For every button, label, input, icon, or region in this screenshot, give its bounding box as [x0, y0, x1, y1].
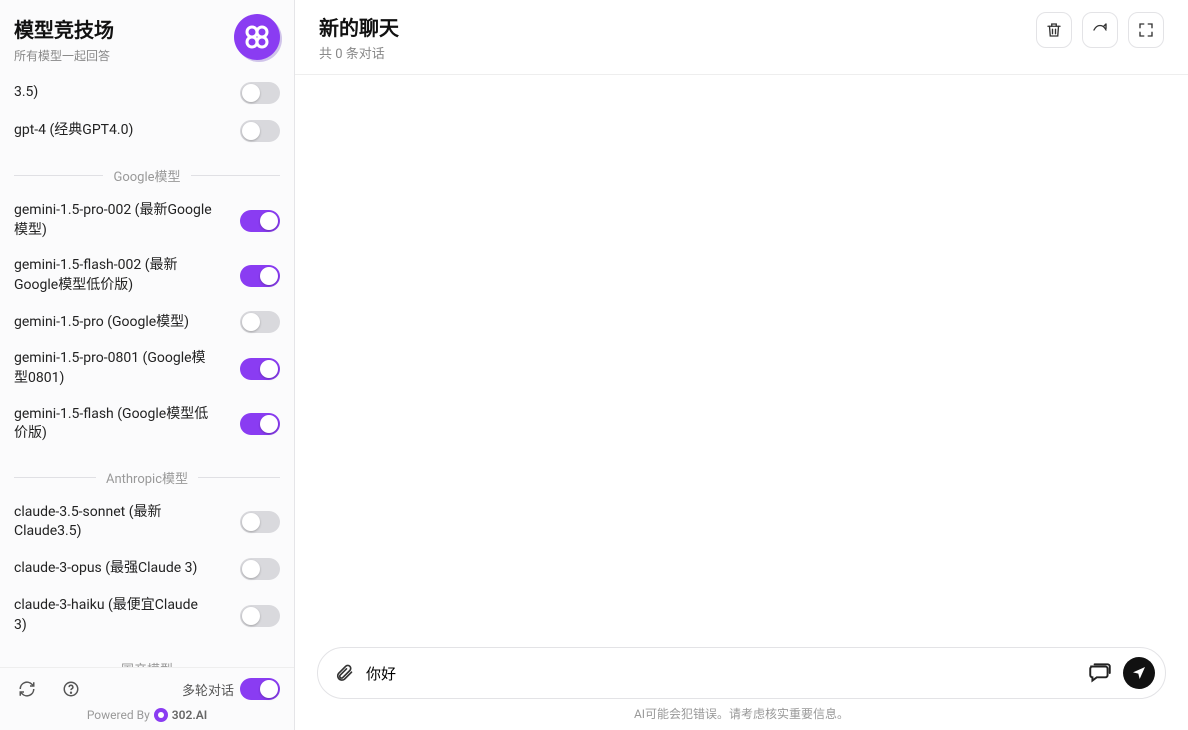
model-row: gemini-1.5-pro-002 (最新Google模型) [14, 193, 280, 248]
chat-messages [295, 75, 1188, 633]
model-toggle[interactable] [240, 605, 280, 627]
model-row: claude-3-opus (最强Claude 3) [14, 550, 280, 588]
multiturn-label: 多轮对话 [182, 680, 234, 699]
share-button[interactable] [1082, 12, 1118, 48]
header-actions [1036, 12, 1164, 48]
model-toggle[interactable] [240, 511, 280, 533]
delete-button[interactable] [1036, 12, 1072, 48]
powered-logo-icon [154, 708, 168, 722]
model-toggle[interactable] [240, 210, 280, 232]
model-toggle[interactable] [240, 358, 280, 380]
model-row: 3.5) [14, 74, 280, 112]
model-label: gemini-1.5-pro-002 (最新Google模型) [14, 201, 214, 240]
section-label: 国产模型 [121, 659, 173, 667]
input-zone: AI可能会犯错误。请考虑核实重要信息。 [295, 633, 1188, 730]
model-label: gemini-1.5-pro-0801 (Google模型0801) [14, 349, 214, 388]
sidebar-footer: 多轮对话 Powered By 302.AI [0, 667, 294, 730]
chat-title: 新的聊天 [319, 12, 399, 41]
attachment-button[interactable] [334, 663, 354, 683]
powered-by: Powered By 302.AI [14, 702, 280, 724]
section-divider: Google模型 [14, 166, 280, 185]
sidebar-header: 模型竞技场 所有模型一起回答 [0, 0, 294, 74]
fullscreen-button[interactable] [1128, 12, 1164, 48]
section-label: Google模型 [113, 166, 180, 185]
model-label: claude-3.5-sonnet (最新Claude3.5) [14, 503, 214, 542]
app-title: 模型竞技场 [14, 14, 114, 43]
model-label: gemini-1.5-pro (Google模型) [14, 313, 189, 333]
refresh-button[interactable] [14, 676, 40, 702]
model-row: claude-3.5-sonnet (最新Claude3.5) [14, 495, 280, 550]
model-label: claude-3-opus (最强Claude 3) [14, 559, 197, 579]
model-row: claude-3-haiku (最便宜Claude 3) [14, 588, 280, 643]
model-toggle[interactable] [240, 311, 280, 333]
model-toggle[interactable] [240, 82, 280, 104]
send-button[interactable] [1123, 657, 1155, 689]
app-logo [234, 14, 280, 60]
main-panel: 新的聊天 共 0 条对话 [295, 0, 1188, 730]
message-input[interactable] [366, 665, 1075, 682]
model-row: gemini-1.5-flash (Google模型低价版) [14, 397, 280, 452]
model-toggle[interactable] [240, 558, 280, 580]
multiturn-toggle[interactable] [240, 678, 280, 700]
model-toggle[interactable] [240, 120, 280, 142]
model-row: gpt-4 (经典GPT4.0) [14, 112, 280, 150]
model-label: gpt-4 (经典GPT4.0) [14, 121, 133, 141]
model-row: gemini-1.5-flash-002 (最新Google模型低价版) [14, 248, 280, 303]
section-label: Anthropic模型 [106, 468, 188, 487]
model-label: gemini-1.5-flash-002 (最新Google模型低价版) [14, 256, 214, 295]
sidebar: 模型竞技场 所有模型一起回答 3.5) gpt-4 (经典GPT4.0) Googl… [0, 0, 295, 730]
section-divider: 国产模型 [14, 659, 280, 667]
model-toggle[interactable] [240, 265, 280, 287]
model-label: claude-3-haiku (最便宜Claude 3) [14, 596, 214, 635]
model-row: gemini-1.5-pro (Google模型) [14, 303, 280, 341]
app-subtitle: 所有模型一起回答 [14, 47, 114, 64]
disclaimer-text: AI可能会犯错误。请考虑核实重要信息。 [317, 699, 1166, 724]
chat-mode-button[interactable] [1087, 660, 1113, 686]
model-toggle[interactable] [240, 413, 280, 435]
input-bar [317, 647, 1166, 699]
model-row: gemini-1.5-pro-0801 (Google模型0801) [14, 341, 280, 396]
section-divider: Anthropic模型 [14, 468, 280, 487]
main-header: 新的聊天 共 0 条对话 [295, 0, 1188, 75]
model-label: gemini-1.5-flash (Google模型低价版) [14, 405, 214, 444]
model-label: 3.5) [14, 83, 38, 103]
chat-subtitle: 共 0 条对话 [319, 43, 399, 62]
model-list[interactable]: 3.5) gpt-4 (经典GPT4.0) Google模型 gemini-1.5-p… [0, 74, 294, 667]
help-button[interactable] [58, 676, 84, 702]
